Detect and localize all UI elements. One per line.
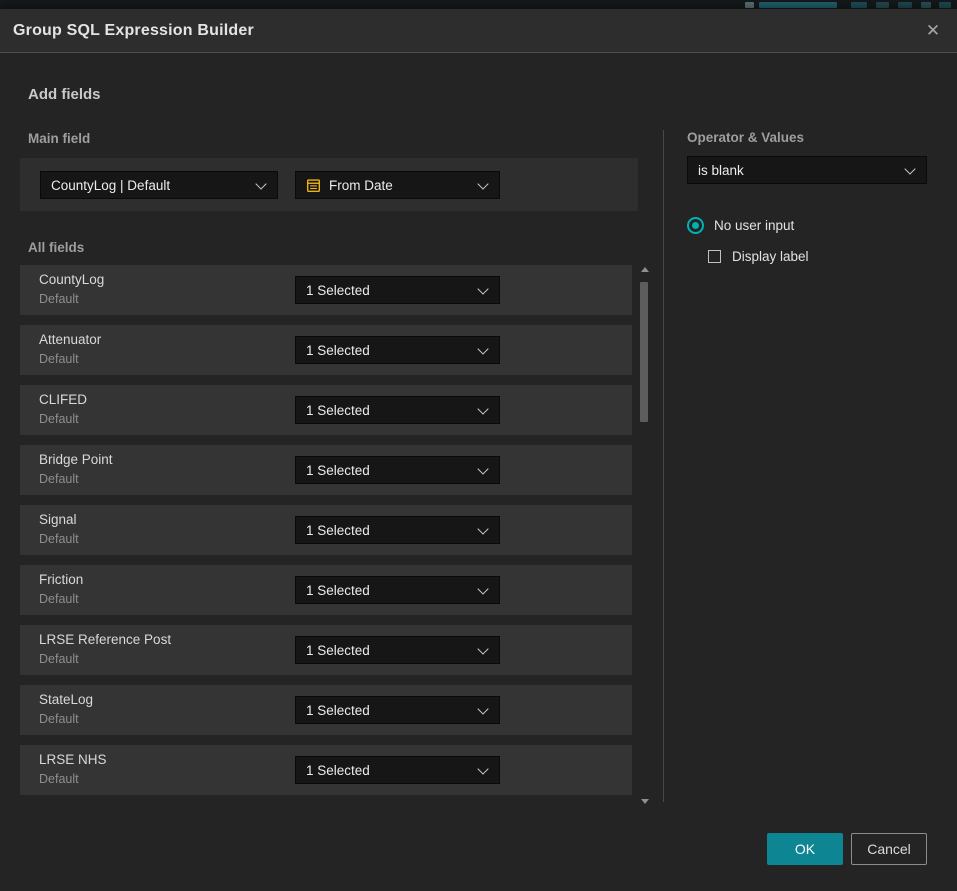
field-type-label: Default <box>39 412 79 426</box>
cancel-button[interactable]: Cancel <box>851 833 927 865</box>
screen: Group SQL Expression Builder ✕ Add field… <box>0 0 957 891</box>
ok-button[interactable]: OK <box>767 833 843 865</box>
operator-values-heading: Operator & Values <box>687 130 804 145</box>
field-name: CLIFED <box>39 392 87 407</box>
chevron-down-icon <box>255 178 266 189</box>
background-fragment <box>851 2 867 8</box>
background-app-strip <box>0 0 957 9</box>
main-field-panel: CountyLog | Default From Date <box>20 158 638 211</box>
no-user-input-label: No user input <box>714 218 794 233</box>
field-name: Signal <box>39 512 77 527</box>
field-row: Attenuator Default 1 Selected <box>20 325 632 375</box>
row-field-select[interactable]: 1 Selected <box>295 516 500 544</box>
field-type-label: Default <box>39 712 79 726</box>
row-field-select[interactable]: 1 Selected <box>295 456 500 484</box>
checkbox-unchecked-icon[interactable] <box>708 250 721 263</box>
scrollbar-thumb[interactable] <box>640 282 648 422</box>
chevron-down-icon <box>477 403 488 414</box>
field-type-label: Default <box>39 592 79 606</box>
row-field-select[interactable]: 1 Selected <box>295 576 500 604</box>
row-field-select[interactable]: 1 Selected <box>295 756 500 784</box>
scroll-up-arrow-icon[interactable] <box>641 267 649 272</box>
field-type-label: Default <box>39 532 79 546</box>
field-row: Bridge Point Default 1 Selected <box>20 445 632 495</box>
background-fragment <box>876 2 889 8</box>
background-fragment <box>759 2 837 8</box>
field-name: Bridge Point <box>39 452 113 467</box>
row-field-select-value: 1 Selected <box>306 703 370 718</box>
radio-selected-icon[interactable] <box>687 217 704 234</box>
all-fields-label: All fields <box>28 240 84 255</box>
main-layer-select[interactable]: CountyLog | Default <box>40 171 278 199</box>
field-type-label: Default <box>39 772 79 786</box>
field-row: CLIFED Default 1 Selected <box>20 385 632 435</box>
chevron-down-icon <box>477 703 488 714</box>
field-type-label: Default <box>39 472 79 486</box>
row-field-select-value: 1 Selected <box>306 343 370 358</box>
operator-select-value: is blank <box>698 163 744 178</box>
field-name: StateLog <box>39 692 93 707</box>
row-field-select[interactable]: 1 Selected <box>295 696 500 724</box>
main-field-select-value: From Date <box>329 178 393 193</box>
background-fragment <box>898 2 912 8</box>
field-row: StateLog Default 1 Selected <box>20 685 632 735</box>
row-field-select-value: 1 Selected <box>306 283 370 298</box>
field-row: Signal Default 1 Selected <box>20 505 632 555</box>
row-field-select-value: 1 Selected <box>306 403 370 418</box>
row-field-select[interactable]: 1 Selected <box>295 636 500 664</box>
field-name: LRSE NHS <box>39 752 107 767</box>
main-field-select[interactable]: From Date <box>295 171 500 199</box>
fields-list-scrollbar[interactable] <box>638 259 651 806</box>
field-name: Friction <box>39 572 83 587</box>
chevron-down-icon <box>477 463 488 474</box>
main-layer-select-value: CountyLog | Default <box>51 178 170 193</box>
field-name: LRSE Reference Post <box>39 632 171 647</box>
chevron-down-icon <box>477 178 488 189</box>
operator-select[interactable]: is blank <box>687 156 927 184</box>
dialog-title: Group SQL Expression Builder <box>13 22 254 40</box>
calendar-icon <box>306 178 321 193</box>
display-label-label: Display label <box>732 249 809 264</box>
row-field-select[interactable]: 1 Selected <box>295 396 500 424</box>
chevron-down-icon <box>477 763 488 774</box>
close-icon[interactable]: ✕ <box>921 19 945 43</box>
chevron-down-icon <box>477 523 488 534</box>
field-type-label: Default <box>39 652 79 666</box>
add-fields-heading: Add fields <box>28 86 101 103</box>
row-field-select[interactable]: 1 Selected <box>295 276 500 304</box>
panel-divider <box>663 130 664 802</box>
radio-dot <box>692 222 699 229</box>
chevron-down-icon <box>477 643 488 654</box>
field-row: LRSE NHS Default 1 Selected <box>20 745 632 795</box>
display-label-checkbox-row[interactable]: Display label <box>708 249 809 264</box>
chevron-down-icon <box>477 343 488 354</box>
background-fragment <box>745 2 754 8</box>
row-field-select-value: 1 Selected <box>306 763 370 778</box>
scroll-down-arrow-icon[interactable] <box>641 799 649 804</box>
row-field-select-value: 1 Selected <box>306 523 370 538</box>
chevron-down-icon <box>904 163 915 174</box>
no-user-input-radio-row[interactable]: No user input <box>687 217 794 234</box>
all-fields-list: CountyLog Default 1 Selected Attenuator … <box>20 265 632 805</box>
dialog-header: Group SQL Expression Builder ✕ <box>0 9 957 53</box>
field-type-label: Default <box>39 352 79 366</box>
field-row: CountyLog Default 1 Selected <box>20 265 632 315</box>
main-field-label: Main field <box>28 131 90 146</box>
chevron-down-icon <box>477 583 488 594</box>
field-row: Friction Default 1 Selected <box>20 565 632 615</box>
field-type-label: Default <box>39 292 79 306</box>
field-name: Attenuator <box>39 332 101 347</box>
row-field-select[interactable]: 1 Selected <box>295 336 500 364</box>
field-row: LRSE Reference Post Default 1 Selected <box>20 625 632 675</box>
chevron-down-icon <box>477 283 488 294</box>
group-sql-expression-builder-dialog: Group SQL Expression Builder ✕ Add field… <box>0 9 957 891</box>
row-field-select-value: 1 Selected <box>306 643 370 658</box>
field-name: CountyLog <box>39 272 104 287</box>
row-field-select-value: 1 Selected <box>306 463 370 478</box>
background-fragment <box>939 2 951 8</box>
row-field-select-value: 1 Selected <box>306 583 370 598</box>
background-fragment <box>921 2 931 8</box>
